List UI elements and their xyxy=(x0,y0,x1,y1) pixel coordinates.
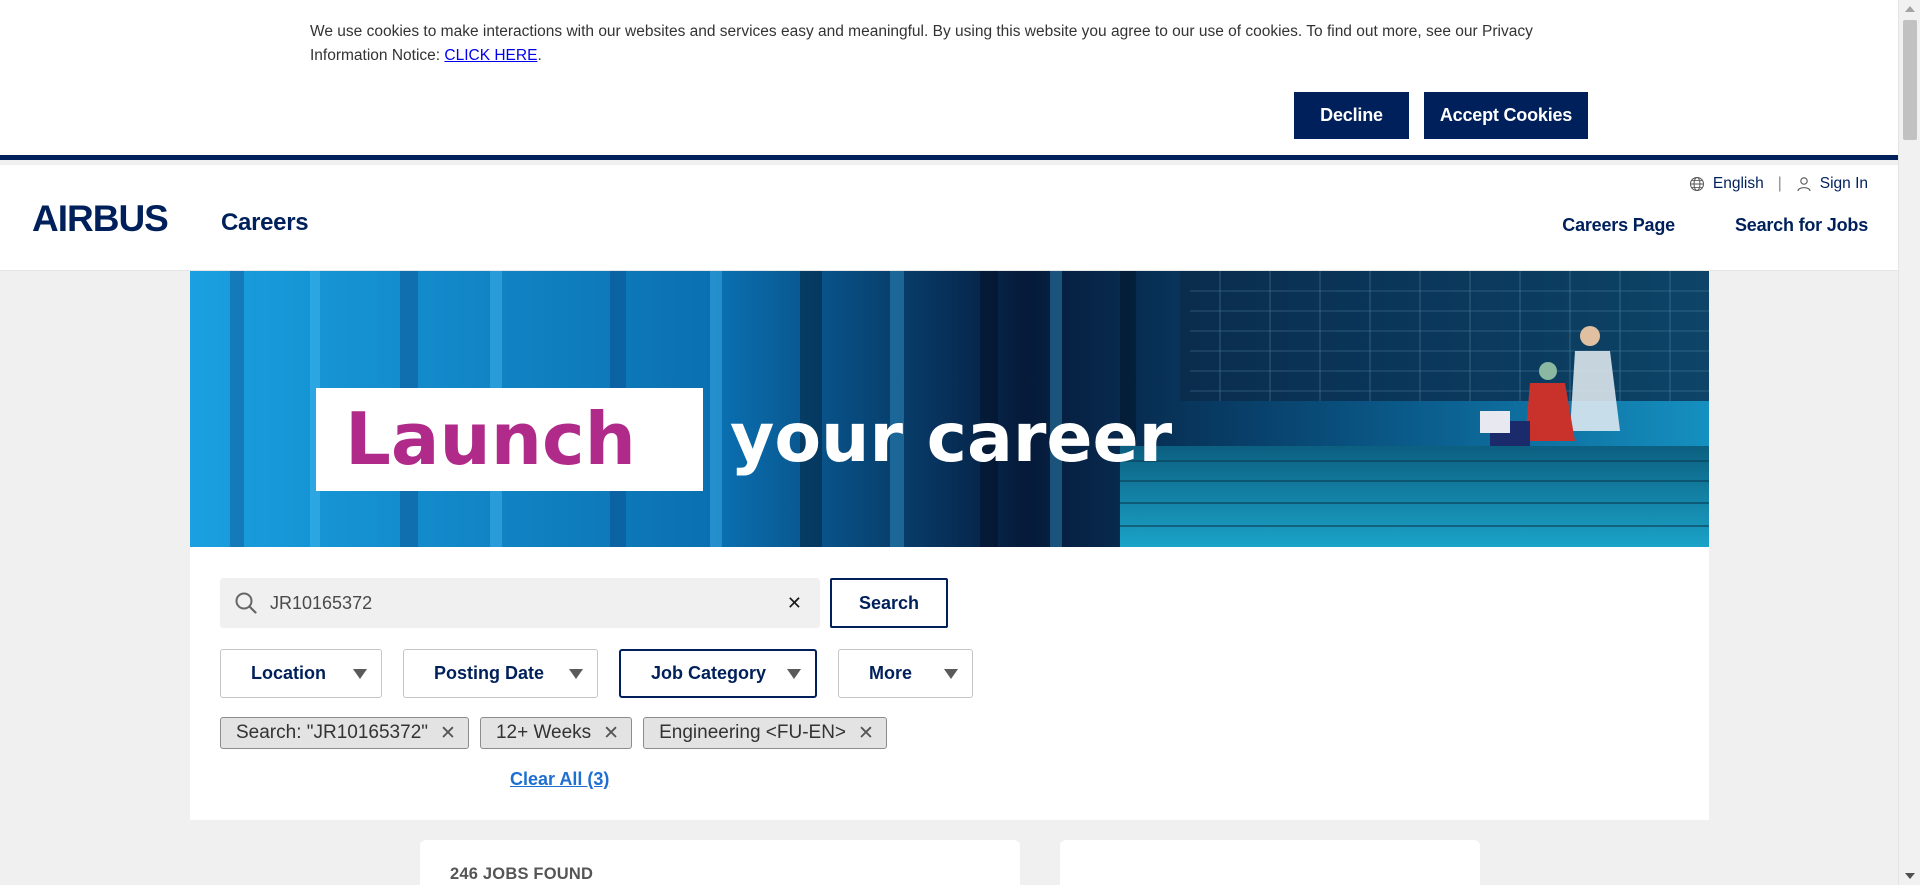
keyword-search-box: ✕ xyxy=(220,578,820,628)
nav-search-for-jobs[interactable]: Search for Jobs xyxy=(1735,215,1868,236)
remove-chip-icon[interactable]: ✕ xyxy=(858,722,874,745)
utility-bar: English | Sign In xyxy=(1689,175,1868,193)
language-selector[interactable]: English xyxy=(1713,175,1764,193)
cookie-message: We use cookies to make interactions with… xyxy=(310,23,1533,64)
scroll-up-icon[interactable] xyxy=(1905,6,1915,12)
divider: | xyxy=(1777,175,1782,192)
clear-search-icon[interactable]: ✕ xyxy=(783,593,806,614)
filter-chip[interactable]: Search: "JR10165372" ✕ xyxy=(220,717,469,749)
page-scrollbar[interactable] xyxy=(1898,0,1920,885)
main-content: Launch your career ✕ Search Location Pos… xyxy=(190,271,1709,820)
search-button[interactable]: Search xyxy=(830,578,948,628)
side-panel xyxy=(1060,840,1480,885)
sign-in-link[interactable]: Sign In xyxy=(1820,175,1868,193)
filter-row: Location Posting Date Job Category More xyxy=(220,649,973,698)
chevron-down-icon xyxy=(353,668,367,679)
job-category-filter[interactable]: Job Category xyxy=(619,649,817,698)
filter-chip[interactable]: Engineering <FU-EN> ✕ xyxy=(643,717,887,749)
svg-text:AIRBUS: AIRBUS xyxy=(32,201,168,235)
location-filter[interactable]: Location xyxy=(220,649,382,698)
scrollbar-thumb[interactable] xyxy=(1903,20,1917,140)
site-header: AIRBUS Careers English | Sign In Careers… xyxy=(0,165,1898,271)
privacy-notice-link[interactable]: CLICK HERE xyxy=(444,47,537,64)
accept-cookies-button[interactable]: Accept Cookies xyxy=(1424,92,1588,139)
search-icon xyxy=(234,591,258,615)
site-title[interactable]: Careers xyxy=(221,209,309,237)
remove-chip-icon[interactable]: ✕ xyxy=(440,722,456,745)
cookie-banner: We use cookies to make interactions with… xyxy=(0,0,1898,160)
svg-text:your career: your career xyxy=(730,399,1173,478)
airbus-logo[interactable]: AIRBUS xyxy=(32,198,192,240)
remove-chip-icon[interactable]: ✕ xyxy=(603,722,619,745)
decline-cookies-button[interactable]: Decline xyxy=(1294,92,1409,139)
chevron-down-icon xyxy=(787,668,801,679)
globe-icon xyxy=(1689,176,1705,192)
hero-banner: Launch your career xyxy=(190,271,1709,547)
nav-careers-page[interactable]: Careers Page xyxy=(1562,215,1675,236)
chevron-down-icon xyxy=(569,668,583,679)
filter-chip[interactable]: 12+ Weeks ✕ xyxy=(479,717,633,749)
search-input[interactable] xyxy=(270,592,783,614)
results-panel: 246 JOBS FOUND xyxy=(420,840,1020,885)
jobs-found-count: 246 JOBS FOUND xyxy=(450,865,594,883)
search-row: ✕ Search xyxy=(220,578,948,628)
svg-text:Launch: Launch xyxy=(345,397,636,481)
scroll-down-icon[interactable] xyxy=(1905,873,1915,879)
active-filters: Search: "JR10165372" ✕ 12+ Weeks ✕ Engin… xyxy=(220,717,887,749)
user-icon xyxy=(1796,176,1812,192)
clear-all-link[interactable]: Clear All (3) xyxy=(510,769,609,790)
main-nav: Careers Page Search for Jobs xyxy=(1562,215,1868,236)
posting-date-filter[interactable]: Posting Date xyxy=(403,649,598,698)
more-filter[interactable]: More xyxy=(838,649,973,698)
chevron-down-icon xyxy=(944,668,958,679)
